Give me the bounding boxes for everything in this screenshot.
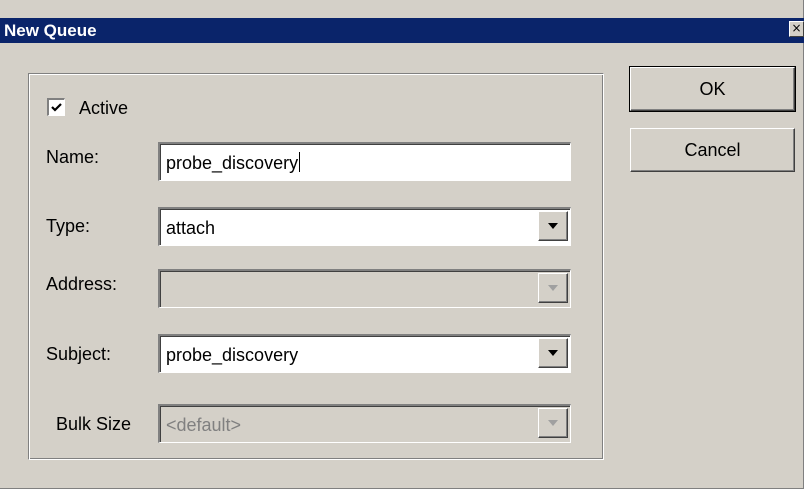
type-select[interactable]: attach [158, 207, 571, 246]
text-caret [299, 152, 301, 172]
chevron-down-icon [548, 223, 558, 229]
active-checkbox[interactable] [47, 98, 65, 116]
active-label[interactable]: Active [79, 97, 128, 119]
name-field[interactable]: probe_discovery [158, 142, 571, 181]
title-bar[interactable]: New Queue × [0, 18, 804, 43]
close-icon: × [791, 21, 802, 35]
cancel-button[interactable]: Cancel [630, 128, 795, 172]
window-title: New Queue [4, 21, 97, 40]
subject-select-value: probe_discovery [166, 345, 299, 365]
bulk-size-select-value: <default> [166, 415, 242, 435]
chevron-down-icon [548, 420, 558, 426]
type-label: Type: [46, 216, 91, 236]
subject-label: Subject: [46, 344, 112, 364]
chevron-down-icon [548, 350, 558, 356]
checkmark-icon [51, 103, 62, 112]
address-dropdown-button[interactable] [538, 273, 568, 303]
name-label: Name: [46, 147, 100, 167]
name-field-value: probe_discovery [166, 152, 301, 173]
queue-settings-group [28, 73, 604, 460]
bulk-size-label: Bulk Size [56, 414, 132, 434]
close-button[interactable]: × [789, 21, 804, 37]
type-select-value: attach [166, 218, 216, 238]
address-select[interactable] [158, 269, 571, 308]
type-dropdown-button[interactable] [538, 211, 568, 241]
chevron-down-icon [548, 285, 558, 291]
bulk-size-dropdown-button[interactable] [538, 408, 568, 438]
new-queue-dialog: New Queue × Active Name: probe_discovery… [0, 0, 804, 489]
subject-select[interactable]: probe_discovery [158, 334, 571, 373]
address-label: Address: [46, 274, 118, 294]
bulk-size-select[interactable]: <default> [158, 404, 571, 443]
ok-button[interactable]: OK [629, 66, 796, 112]
subject-dropdown-button[interactable] [538, 338, 568, 368]
